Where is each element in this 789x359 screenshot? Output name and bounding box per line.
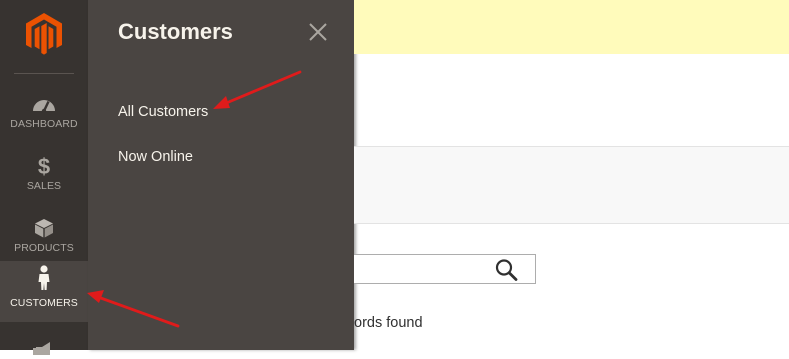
flyout-title: Customers — [118, 19, 233, 44]
person-icon — [0, 265, 88, 290]
sidebar-item-customers[interactable]: CUSTOMERS — [0, 261, 88, 322]
sidebar-divider — [14, 73, 74, 74]
sidebar-item-label: CUSTOMERS — [10, 297, 78, 309]
magento-logo[interactable] — [25, 12, 63, 56]
sidebar-item-marketing[interactable] — [0, 330, 88, 355]
search-icon[interactable] — [494, 258, 520, 282]
sidebar-item-label: DASHBOARD — [10, 118, 78, 130]
dollar-icon: $ — [0, 155, 88, 177]
system-notice-bar — [354, 0, 789, 54]
box-icon — [0, 217, 88, 239]
sidebar-item-sales[interactable]: $ SALES — [0, 147, 88, 209]
sidebar-item-dashboard[interactable]: DASHBOARD — [0, 85, 88, 147]
records-found-text: ords found — [354, 315, 423, 331]
customers-flyout-menu: Customers All Customers Now Online — [88, 0, 354, 350]
admin-sidebar: DASHBOARD $ SALES PRODUCTS CUSTOMERS — [0, 0, 88, 355]
dashboard-gauge-icon — [0, 93, 88, 115]
flyout-link-now-online[interactable]: Now Online — [118, 149, 193, 165]
sidebar-item-label: PRODUCTS — [14, 242, 74, 254]
grid-toolbar — [354, 146, 789, 224]
megaphone-icon — [0, 337, 88, 359]
close-icon[interactable] — [308, 22, 328, 42]
svg-text:$: $ — [38, 155, 50, 177]
flyout-link-all-customers[interactable]: All Customers — [118, 104, 208, 120]
sidebar-item-label: SALES — [26, 180, 62, 192]
